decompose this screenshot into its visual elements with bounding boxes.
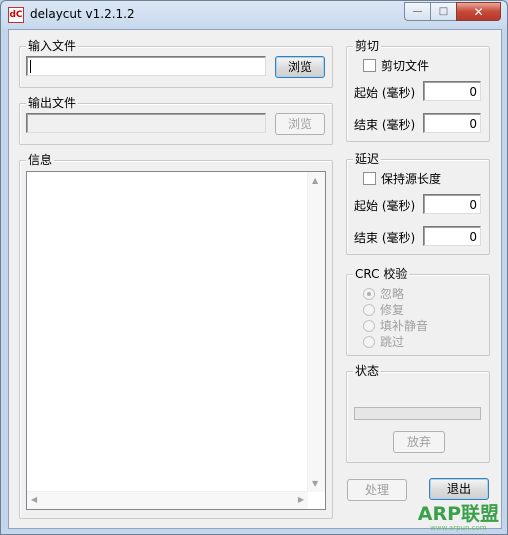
delay-start-field[interactable]: 0: [423, 194, 481, 214]
exit-button[interactable]: 退出: [429, 478, 489, 500]
text-caret: [30, 60, 31, 73]
delay-end-label: 结束 (毫秒): [354, 231, 416, 245]
scroll-right-icon[interactable]: ▶: [298, 495, 304, 504]
input-file-group: 输入文件 浏览: [19, 39, 333, 88]
horizontal-scrollbar[interactable]: ◀ ▶: [27, 491, 308, 509]
crc-fill-silence-radio[interactable]: 填补静音: [363, 317, 428, 334]
cut-label: 剪切: [353, 39, 382, 53]
crc-skip-radio[interactable]: 跳过: [363, 333, 404, 350]
watermark-logo: ARP联盟 www.arpun.com: [418, 504, 499, 532]
output-file-group: 输出文件 浏览: [19, 96, 333, 145]
vertical-scrollbar[interactable]: ▲ ▼: [307, 172, 325, 492]
app-window: dC delaycut v1.2.1.2 — □ ✕ 输入文件 浏览 输出文件 …: [0, 0, 508, 535]
crc-label: CRC 校验: [353, 267, 410, 281]
info-log-text: [27, 172, 325, 176]
info-log-area[interactable]: ▲ ▼ ◀ ▶: [26, 171, 326, 510]
radio-dot[interactable]: [363, 303, 375, 316]
minimize-button[interactable]: —: [404, 2, 430, 21]
cut-end-field[interactable]: 0: [423, 113, 481, 133]
delay-label: 延迟: [353, 152, 382, 166]
info-label: 信息: [26, 153, 55, 167]
checkbox-box[interactable]: [363, 59, 376, 72]
maximize-button[interactable]: □: [430, 2, 456, 21]
client-area: 输入文件 浏览 输出文件 浏览 信息 ▲ ▼ ◀ ▶ 剪切 剪切文件 起始 (毫…: [8, 29, 502, 529]
cut-start-field[interactable]: 0: [423, 81, 481, 101]
crc-option-label: 忽略: [380, 287, 405, 301]
output-file-field[interactable]: [26, 113, 266, 133]
close-icon: ✕: [473, 4, 484, 19]
window-title: delaycut v1.2.1.2: [30, 7, 135, 21]
crc-ignore-radio[interactable]: 忽略: [363, 285, 404, 302]
cut-file-checkbox[interactable]: 剪切文件: [363, 57, 429, 74]
close-button[interactable]: ✕: [456, 2, 501, 21]
maximize-icon: □: [438, 6, 449, 17]
watermark-url: www.arpun.com: [430, 524, 487, 532]
keep-length-checkbox-label: 保持源长度: [381, 172, 442, 186]
status-label: 状态: [353, 364, 382, 378]
scroll-down-icon[interactable]: ▼: [312, 479, 318, 488]
output-browse-button[interactable]: 浏览: [275, 113, 325, 135]
radio-dot[interactable]: [363, 319, 375, 332]
input-file-label: 输入文件: [26, 39, 79, 53]
output-file-label: 输出文件: [26, 96, 79, 110]
checkbox-box[interactable]: [363, 172, 376, 185]
radio-dot[interactable]: [363, 287, 375, 300]
abort-button[interactable]: 放弃: [393, 431, 445, 453]
crc-option-label: 填补静音: [380, 319, 429, 333]
crc-option-label: 跳过: [380, 335, 405, 349]
delay-group: 延迟 保持源长度 起始 (毫秒) 0 结束 (毫秒) 0: [346, 152, 490, 255]
crc-repair-radio[interactable]: 修复: [363, 301, 404, 318]
watermark-brand: ARP联盟: [417, 503, 499, 525]
cut-start-label: 起始 (毫秒): [354, 86, 416, 100]
process-button[interactable]: 处理: [347, 479, 407, 501]
scroll-left-icon[interactable]: ◀: [31, 495, 37, 504]
window-controls: — □ ✕: [404, 2, 501, 21]
crc-option-label: 修复: [380, 303, 405, 317]
input-file-field[interactable]: [26, 56, 266, 76]
status-progress-bar: [354, 407, 481, 420]
status-group: 状态 放弃: [346, 364, 490, 463]
input-browse-button[interactable]: 浏览: [275, 56, 325, 78]
cut-end-label: 结束 (毫秒): [354, 118, 416, 132]
radio-dot[interactable]: [363, 335, 375, 348]
info-group: 信息 ▲ ▼ ◀ ▶: [19, 153, 333, 519]
delay-end-field[interactable]: 0: [423, 226, 481, 246]
crc-group: CRC 校验 忽略 修复 填补静音 跳过: [346, 267, 490, 356]
scroll-up-icon[interactable]: ▲: [312, 176, 318, 185]
title-bar[interactable]: dC delaycut v1.2.1.2 — □ ✕: [1, 1, 507, 29]
cut-file-checkbox-label: 剪切文件: [381, 59, 430, 73]
cut-group: 剪切 剪切文件 起始 (毫秒) 0 结束 (毫秒) 0: [346, 39, 490, 142]
keep-length-checkbox[interactable]: 保持源长度: [363, 170, 441, 187]
delay-start-label: 起始 (毫秒): [354, 199, 416, 213]
app-icon[interactable]: dC: [8, 7, 24, 23]
minimize-icon: —: [412, 6, 423, 17]
